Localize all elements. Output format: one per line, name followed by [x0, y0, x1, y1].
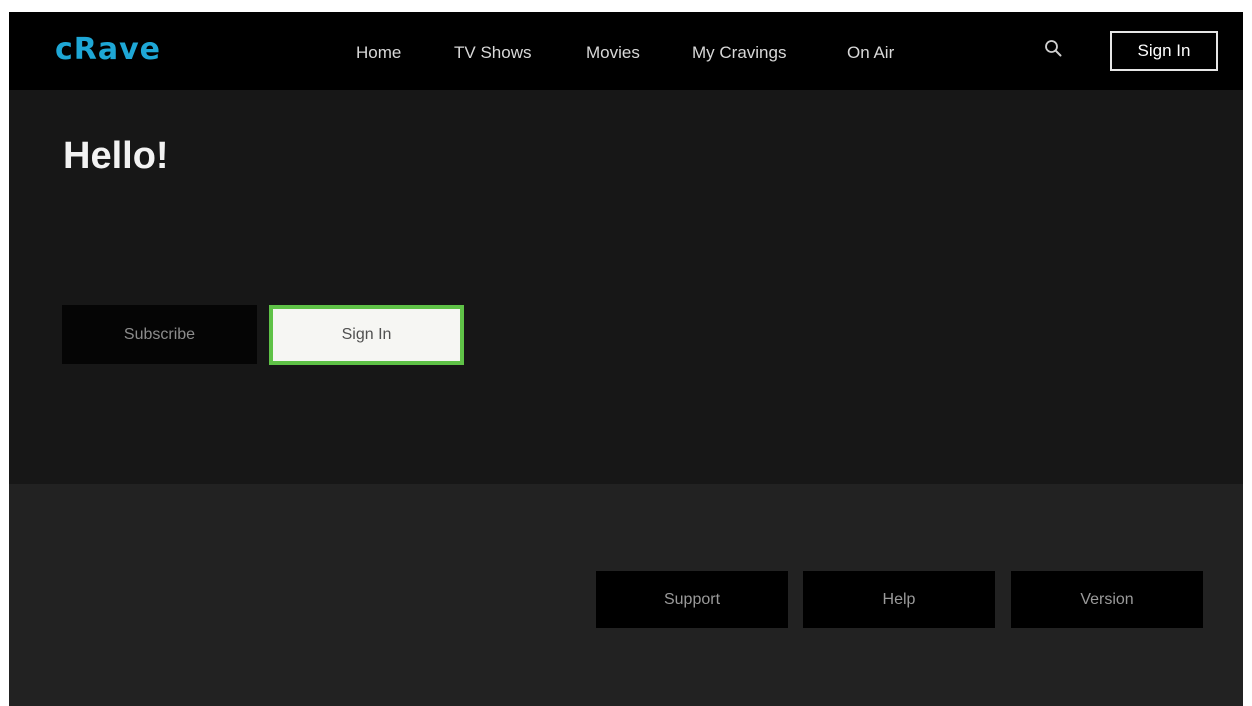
nav-movies[interactable]: Movies	[586, 41, 640, 65]
help-button[interactable]: Help	[803, 571, 995, 628]
version-button[interactable]: Version	[1011, 571, 1203, 628]
app-screen: cRave Home TV Shows Movies My Cravings O…	[9, 12, 1243, 706]
header-sign-in-button[interactable]: Sign In	[1110, 31, 1218, 71]
nav-my-cravings[interactable]: My Cravings	[692, 41, 786, 65]
crave-logo[interactable]: cRave	[55, 30, 161, 70]
search-icon[interactable]	[1043, 38, 1065, 60]
support-button[interactable]: Support	[596, 571, 788, 628]
top-navigation-bar: cRave Home TV Shows Movies My Cravings O…	[9, 12, 1243, 90]
nav-home[interactable]: Home	[356, 41, 401, 65]
page-greeting: Hello!	[63, 135, 169, 177]
sign-in-button[interactable]: Sign In	[269, 305, 464, 365]
nav-on-air[interactable]: On Air	[847, 41, 894, 65]
footer: Support Help Version	[9, 484, 1243, 706]
search-icon-graphic	[1045, 40, 1062, 57]
nav-tv-shows[interactable]: TV Shows	[454, 41, 531, 65]
subscribe-button[interactable]: Subscribe	[62, 305, 257, 364]
